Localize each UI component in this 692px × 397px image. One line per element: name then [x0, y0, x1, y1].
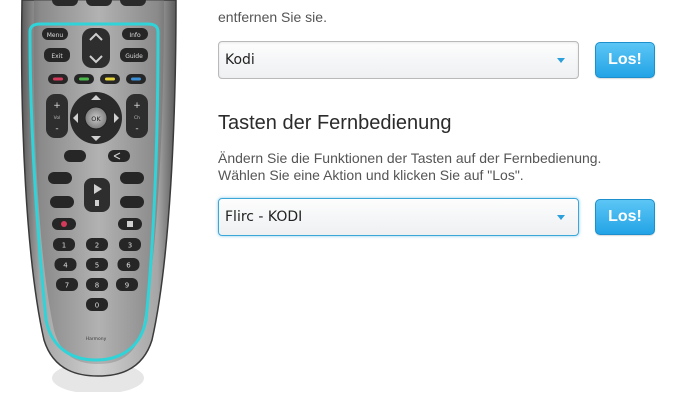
- remote-svg: Menu Info Exit Guide + Vol - + Ch - OK 1…: [20, 0, 177, 394]
- ch-label: Ch: [134, 115, 140, 121]
- remote-top-button: [86, 0, 112, 6]
- number-key-label: 5: [95, 262, 99, 270]
- section-description: Ändern Sie die Funktionen der Tasten auf…: [218, 150, 688, 184]
- device-select-value: Kodi: [225, 52, 255, 68]
- color-key-swatch: [105, 77, 115, 81]
- plus-icon: +: [133, 101, 141, 111]
- number-key-label: 8: [95, 282, 99, 290]
- intro-text: entfernen Sie sie.: [218, 9, 327, 25]
- brand-label: Harmony: [86, 336, 107, 342]
- play-pause-button: [84, 178, 110, 212]
- device-select[interactable]: Kodi: [218, 41, 579, 79]
- number-key-label: 1: [62, 242, 66, 250]
- record-icon: [61, 221, 67, 227]
- number-key-label: 9: [125, 282, 129, 290]
- number-key-label: 4: [63, 262, 68, 270]
- next-button: [120, 196, 144, 208]
- minus-icon: -: [135, 124, 138, 134]
- caret-down-icon: [557, 215, 565, 220]
- main-content: entfernen Sie sie. Kodi Los! Tasten der …: [218, 0, 688, 392]
- action-select[interactable]: Flirc - KODI: [218, 198, 579, 236]
- color-key-swatch: [53, 77, 63, 81]
- number-key-label: 6: [126, 262, 131, 270]
- info-label: Info: [129, 32, 141, 39]
- remote-control-image: Menu Info Exit Guide + Vol - + Ch - OK 1…: [0, 0, 200, 394]
- caret-down-icon: [557, 58, 565, 63]
- forward-button: [120, 172, 144, 184]
- back-button: [64, 150, 86, 162]
- rewind-button: [48, 172, 72, 184]
- guide-label: Guide: [125, 53, 143, 60]
- plus-icon: +: [53, 101, 61, 111]
- action-select-value: Flirc - KODI: [225, 209, 303, 225]
- color-key-swatch: [79, 77, 89, 81]
- menu-label: Menu: [47, 32, 64, 39]
- device-go-button[interactable]: Los!: [595, 42, 655, 78]
- action-go-button[interactable]: Los!: [595, 199, 655, 235]
- action-select-row: Flirc - KODI Los!: [218, 198, 668, 238]
- remote-top-button: [52, 0, 78, 6]
- vol-label: Vol: [54, 115, 61, 121]
- number-key-label: 3: [128, 242, 132, 250]
- description-line-1: Ändern Sie die Funktionen der Tasten auf…: [218, 150, 602, 166]
- section-heading: Tasten der Fernbedienung: [218, 112, 452, 134]
- color-key-swatch: [131, 77, 141, 81]
- number-key-label: 7: [65, 282, 69, 290]
- return-button: [108, 150, 130, 162]
- minus-icon: -: [55, 124, 58, 134]
- number-key-label: 0: [95, 302, 99, 310]
- pause-icon: [95, 200, 99, 206]
- remote-top-button: [120, 0, 146, 6]
- exit-label: Exit: [51, 53, 63, 60]
- description-line-2: Wählen Sie eine Aktion und klicken Sie a…: [218, 167, 524, 183]
- stop-icon: [127, 221, 133, 227]
- number-key-label: 2: [95, 242, 99, 250]
- prev-button: [50, 196, 74, 208]
- ok-label: OK: [91, 115, 101, 123]
- device-select-row: Kodi Los!: [218, 41, 668, 81]
